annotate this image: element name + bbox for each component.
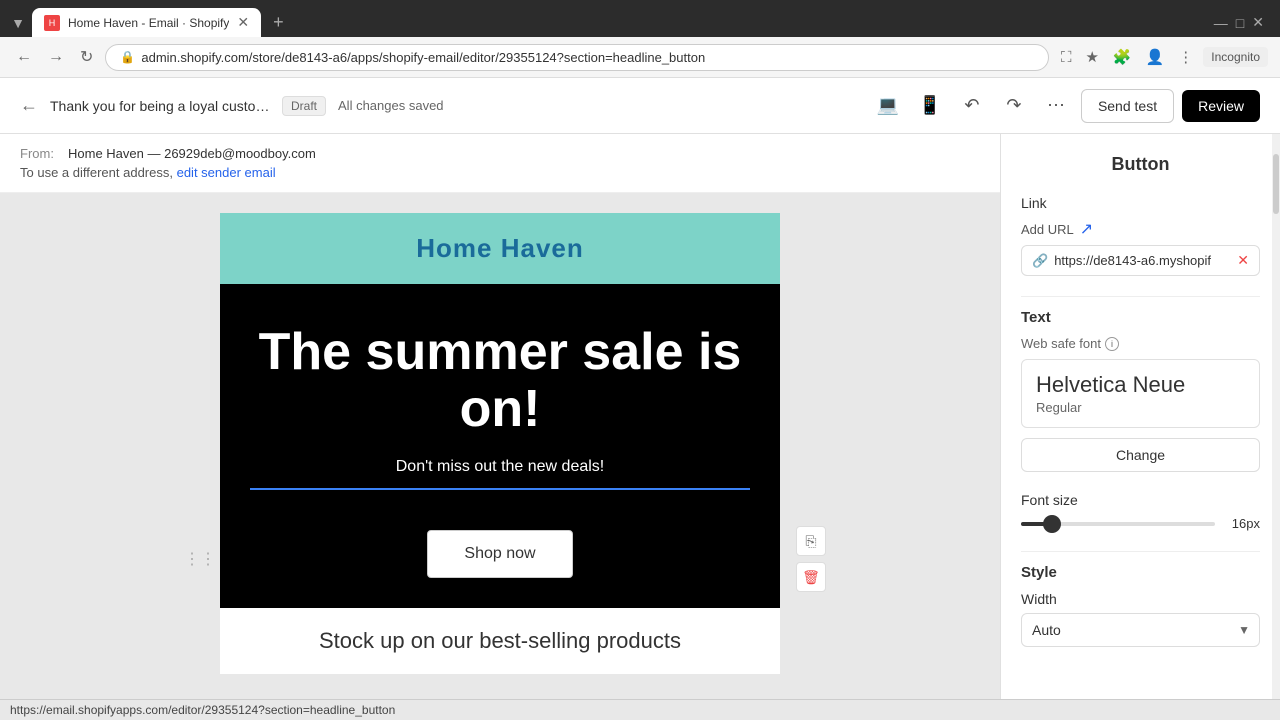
address-bar[interactable]: 🔒 admin.shopify.com/store/de8143-a6/apps… — [105, 44, 1049, 71]
nav-back-button[interactable]: ← — [12, 44, 36, 70]
window-close[interactable]: ✕ — [1252, 14, 1264, 31]
status-url: https://email.shopifyapps.com/editor/293… — [10, 703, 395, 717]
width-select-wrapper: Auto Full Fixed ▼ — [1021, 613, 1260, 647]
style-label: Style — [1021, 564, 1260, 581]
email-header-section[interactable]: Home Haven — [220, 213, 780, 284]
header-icons: 💻 📱 ↶ ↷ ⋯ Send test Review — [871, 89, 1260, 123]
font-size-value: 16px — [1225, 516, 1260, 531]
change-address-prompt: To use a different address, — [20, 165, 173, 180]
mobile-view-button[interactable]: 📱 — [913, 89, 947, 123]
email-hero-title: The summer sale is on! — [250, 324, 750, 438]
saved-status: All changes saved — [338, 98, 444, 113]
cast-icon[interactable]: ⛶ — [1057, 45, 1076, 70]
email-button-section[interactable]: ⋮⋮ Shop now ⎘ 🗑 — [220, 510, 780, 608]
email-body: Home Haven The summer sale is on! Don't … — [220, 213, 780, 674]
email-title: Thank you for being a loyal custome... — [50, 98, 270, 114]
draft-badge: Draft — [282, 96, 326, 116]
text-section-title: Text — [1021, 309, 1260, 326]
email-hero-subtitle: Don't miss out the new deals! — [250, 458, 750, 490]
tab-favicon: H — [44, 15, 60, 31]
profile-icon[interactable]: 👤 — [1142, 44, 1169, 70]
email-hero-section[interactable]: The summer sale is on! Don't miss out th… — [220, 284, 780, 510]
duplicate-section-button[interactable]: ⎘ — [796, 526, 826, 556]
right-panel: Button Link Add URL ↗ 🔗 ✕ — [1000, 134, 1280, 699]
nav-forward-button[interactable]: → — [44, 44, 68, 70]
redo-button[interactable]: ↷ — [997, 89, 1031, 123]
review-button[interactable]: Review — [1182, 90, 1260, 122]
tab-title: Home Haven - Email · Shopify — [68, 16, 229, 30]
extensions-icon[interactable]: 🧩 — [1109, 44, 1136, 70]
undo-button[interactable]: ↶ — [955, 89, 989, 123]
url-input[interactable] — [1054, 253, 1231, 268]
divider-2 — [1021, 551, 1260, 552]
browser-back[interactable]: ▼ — [8, 13, 28, 33]
width-label: Width — [1021, 591, 1260, 607]
from-label: From: — [20, 146, 60, 161]
change-sender-link[interactable]: edit sender email — [177, 165, 276, 180]
panel-style-section: Style Width Auto Full Fixed ▼ — [1021, 564, 1260, 647]
link-label: Link — [1021, 195, 1260, 211]
url-clear-button[interactable]: ✕ — [1237, 252, 1249, 269]
email-products-section[interactable]: Stock up on our best-selling products — [220, 608, 780, 674]
panel-text-section: Text Web safe font i Helvetica Neue Regu… — [1021, 309, 1260, 472]
send-test-button[interactable]: Send test — [1081, 89, 1174, 123]
panel-font-size-section: Font size 16px — [1021, 492, 1260, 531]
products-title: Stock up on our best-selling products — [250, 628, 750, 654]
app-header: ← Thank you for being a loyal custome...… — [0, 78, 1280, 134]
back-nav-button[interactable]: ← — [20, 95, 38, 116]
sender-info: Home Haven — 26929deb@moodboy.com — [68, 146, 316, 161]
address-text: admin.shopify.com/store/de8143-a6/apps/s… — [141, 50, 705, 65]
active-tab[interactable]: H Home Haven - Email · Shopify ✕ — [32, 8, 261, 37]
menu-icon[interactable]: ⋮ — [1174, 44, 1197, 70]
status-bar: https://email.shopifyapps.com/editor/293… — [0, 699, 1280, 720]
url-link-icon: 🔗 — [1032, 253, 1048, 269]
width-select[interactable]: Auto Full Fixed — [1021, 613, 1260, 647]
more-options-button[interactable]: ⋯ — [1039, 89, 1073, 123]
email-brand: Home Haven — [240, 233, 760, 264]
bookmark-icon[interactable]: ★ — [1081, 44, 1102, 70]
divider-1 — [1021, 296, 1260, 297]
url-input-wrapper[interactable]: 🔗 ✕ — [1021, 245, 1260, 276]
change-font-button[interactable]: Change — [1021, 438, 1260, 472]
delete-section-button[interactable]: 🗑 — [796, 562, 826, 592]
lock-icon: 🔒 — [120, 50, 135, 64]
desktop-view-button[interactable]: 💻 — [871, 89, 905, 123]
email-canvas: From: Home Haven — 26929deb@moodboy.com … — [0, 134, 1000, 699]
panel-link-section: Link Add URL ↗ 🔗 ✕ — [1021, 195, 1260, 276]
drag-handle[interactable]: ⋮⋮ — [184, 549, 216, 569]
info-icon: i — [1105, 337, 1119, 351]
email-meta: From: Home Haven — 26929deb@moodboy.com … — [0, 134, 1000, 193]
external-link-button[interactable]: ↗ — [1080, 219, 1093, 239]
font-weight: Regular — [1036, 400, 1245, 415]
font-display: Helvetica Neue Regular — [1021, 359, 1260, 428]
panel-title: Button — [1021, 154, 1260, 175]
window-minimize[interactable]: — — [1214, 15, 1228, 31]
font-name: Helvetica Neue — [1036, 372, 1245, 398]
close-tab-button[interactable]: ✕ — [237, 14, 249, 31]
nav-refresh-button[interactable]: ↻ — [76, 43, 97, 71]
incognito-label: Incognito — [1203, 47, 1268, 67]
font-size-label: Font size — [1021, 492, 1260, 508]
window-maximize[interactable]: □ — [1236, 15, 1244, 31]
new-tab-button[interactable]: + — [265, 8, 292, 37]
add-url-label: Add URL — [1021, 222, 1074, 237]
font-size-slider[interactable] — [1021, 522, 1215, 526]
email-cta-button[interactable]: Shop now — [427, 530, 572, 578]
add-section-bar: + Add section — [419, 684, 581, 699]
web-safe-label: Web safe font i — [1021, 336, 1260, 351]
